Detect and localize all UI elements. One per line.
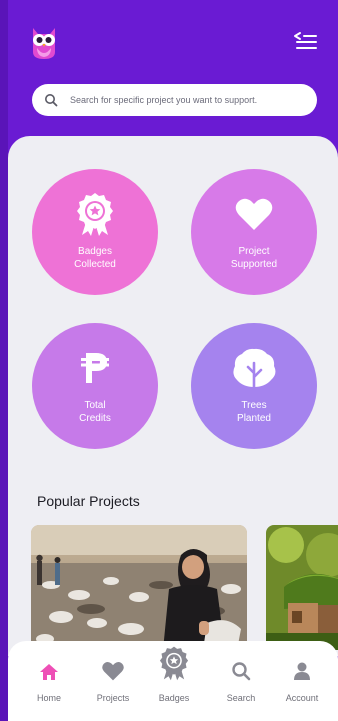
trees-label-line2: Planted [237,413,271,424]
home-icon [39,641,59,681]
badges-label-line1: Badges [78,246,112,257]
credits-label-line2: Credits [79,413,111,424]
search-placeholder: Search for specific project you want to … [70,95,258,105]
credits-label-line1: Total [84,400,106,411]
projects-label-line1: Project [238,246,270,257]
nav-projects-label: Projects [96,693,130,703]
popular-projects-heading: Popular Projects [37,493,140,509]
search-icon [231,641,251,681]
heart-icon [101,641,125,681]
nav-account-label: Account [285,693,319,703]
tree-icon [231,345,277,391]
heart-icon [234,191,274,237]
badge-icon [159,641,189,681]
peso-icon [80,345,110,391]
project-card-2[interactable] [266,525,338,650]
nav-badges[interactable]: Badges [141,641,207,721]
badge-icon [76,191,114,237]
nav-account[interactable]: Account [269,641,335,721]
menu-collapse-icon[interactable] [292,30,318,52]
user-icon [292,641,312,681]
nav-projects[interactable]: Projects [80,641,146,721]
projects-label-line2: Supported [230,259,278,270]
bottom-navigation: Home Projects Badges Search Account [8,641,338,721]
total-credits-card[interactable]: Total Credits [32,323,158,449]
project-card-1[interactable] [31,525,247,650]
project-photo-2 [266,525,338,650]
search-icon [44,93,58,107]
nav-search[interactable]: Search [208,641,274,721]
nav-badges-label: Badges [158,693,190,703]
nav-home-label: Home [36,693,61,703]
trees-planted-card[interactable]: Trees Planted [191,323,317,449]
projects-supported-card[interactable]: Project Supported [191,169,317,295]
owl-logo-icon[interactable] [29,24,59,60]
nav-search-label: Search [226,693,256,703]
badges-label-line2: Collected [74,259,116,270]
search-input[interactable]: Search for specific project you want to … [32,84,317,116]
main-content: Badges Collected Project Supported Total… [8,136,338,656]
project-photo-1 [31,525,247,650]
app-header: Search for specific project you want to … [8,0,338,140]
window-edge [0,0,8,721]
nav-home[interactable]: Home [16,641,82,721]
trees-label-line1: Trees [241,400,267,411]
badges-collected-card[interactable]: Badges Collected [32,169,158,295]
